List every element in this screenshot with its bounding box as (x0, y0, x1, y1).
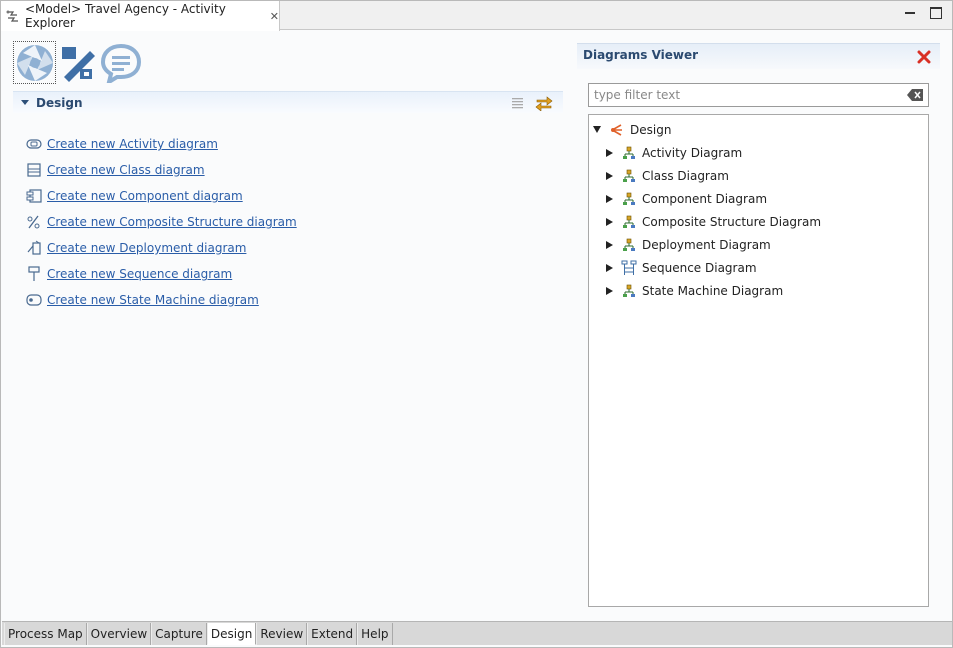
clear-filter-icon[interactable] (907, 89, 924, 101)
sync-arrows-icon[interactable] (535, 95, 553, 114)
sequence-diagram-icon (26, 266, 42, 282)
design-section-title: Design (36, 95, 83, 110)
diagram-tree-icon (621, 237, 637, 253)
design-root-icon (609, 122, 625, 138)
tab-process-map[interactable]: Process Map (4, 623, 87, 645)
expand-right-icon[interactable] (606, 286, 613, 295)
design-section-header[interactable]: Design (13, 91, 563, 113)
deployment-diagram-icon (26, 240, 42, 256)
diagram-tree-icon (621, 168, 637, 184)
activity-explorer-window: <Model> Travel Agency - Activity Explore… (0, 0, 953, 648)
link-row-component: Create new Component diagram (26, 183, 297, 209)
activity-diagram-icon (26, 136, 42, 152)
create-sequence-diagram-link[interactable]: Create new Sequence diagram (47, 267, 232, 281)
create-deployment-diagram-link[interactable]: Create new Deployment diagram (47, 241, 246, 255)
tab-extend[interactable]: Extend (307, 623, 358, 645)
tree-item-label: Deployment Diagram (642, 237, 771, 252)
tree-item-label: Sequence Diagram (642, 260, 757, 275)
tree-item-label: Class Diagram (642, 168, 729, 183)
editor-tab-strip: <Model> Travel Agency - Activity Explore… (1, 1, 952, 31)
sequence-tree-icon (621, 260, 637, 276)
create-class-diagram-link[interactable]: Create new Class diagram (47, 163, 205, 177)
explorer-toolbar (13, 41, 142, 84)
minimize-icon[interactable] (904, 7, 916, 19)
close-viewer-icon[interactable] (917, 50, 931, 64)
expand-right-icon[interactable] (606, 194, 613, 203)
create-component-diagram-link[interactable]: Create new Component diagram (47, 189, 243, 203)
expand-right-icon[interactable] (606, 263, 613, 272)
tree-item-state-machine[interactable]: State Machine Diagram (589, 279, 928, 302)
editor-tab[interactable]: <Model> Travel Agency - Activity Explore… (1, 1, 280, 31)
diagrams-viewer-title: Diagrams Viewer (583, 48, 699, 62)
expand-right-icon[interactable] (606, 148, 613, 157)
tab-help[interactable]: Help (357, 623, 393, 645)
tree-item-label: Activity Diagram (642, 145, 743, 160)
pencil-edit-icon[interactable] (56, 41, 99, 84)
activity-explorer-aperture-icon[interactable] (13, 41, 56, 84)
tree-item-deployment[interactable]: Deployment Diagram (589, 233, 928, 256)
tab-review[interactable]: Review (256, 623, 308, 645)
expand-right-icon[interactable] (606, 240, 613, 249)
tree-item-label: Component Diagram (642, 191, 768, 206)
link-row-composite: Create new Composite Structure diagram (26, 209, 297, 235)
bottom-tab-bar: Process Map Overview Capture Design Revi… (2, 621, 952, 645)
link-row-class: Create new Class diagram (26, 157, 297, 183)
diagram-tree-icon (621, 191, 637, 207)
speech-bubble-icon[interactable] (99, 41, 142, 84)
tree-item-label: Composite Structure Diagram (642, 214, 822, 229)
filter-input[interactable] (589, 84, 899, 106)
expand-right-icon[interactable] (606, 171, 613, 180)
expand-right-icon[interactable] (606, 217, 613, 226)
create-composite-structure-diagram-link[interactable]: Create new Composite Structure diagram (47, 215, 297, 229)
list-lines-icon[interactable] (511, 97, 525, 112)
tab-overview[interactable]: Overview (86, 623, 152, 645)
collapse-triangle-icon[interactable] (21, 100, 29, 105)
link-row-activity: Create new Activity diagram (26, 131, 297, 157)
tab-capture[interactable]: Capture (151, 623, 207, 645)
tree-item-composite[interactable]: Composite Structure Diagram (589, 210, 928, 233)
create-activity-diagram-link[interactable]: Create new Activity diagram (47, 137, 218, 151)
diagram-tree-icon (621, 283, 637, 299)
composite-structure-icon (26, 214, 42, 230)
close-x-icon[interactable]: ✕ (270, 10, 279, 23)
maximize-icon[interactable] (930, 7, 942, 19)
tab-design[interactable]: Design (206, 623, 257, 645)
component-diagram-icon (26, 188, 42, 204)
tree-root-design[interactable]: Design (589, 118, 928, 141)
editor-tab-title: <Model> Travel Agency - Activity Explore… (25, 2, 226, 30)
design-link-list: Create new Activity diagram Create new C… (26, 131, 297, 313)
state-machine-icon (26, 292, 42, 308)
tree-root-label: Design (630, 122, 672, 137)
link-row-state-machine: Create new State Machine diagram (26, 287, 297, 313)
activity-explorer-icon (5, 8, 21, 24)
expand-down-icon[interactable] (593, 126, 601, 133)
diagram-tree-icon (621, 214, 637, 230)
link-row-sequence: Create new Sequence diagram (26, 261, 297, 287)
diagram-tree-icon (621, 145, 637, 161)
tree-item-component[interactable]: Component Diagram (589, 187, 928, 210)
filter-field[interactable] (588, 83, 929, 107)
class-diagram-icon (26, 162, 42, 178)
tree-item-class[interactable]: Class Diagram (589, 164, 928, 187)
create-state-machine-diagram-link[interactable]: Create new State Machine diagram (47, 293, 259, 307)
diagrams-viewer-header: Diagrams Viewer (577, 43, 940, 69)
editor-content: Design Create new Activity diagram Creat… (2, 31, 952, 621)
tree-item-sequence[interactable]: Sequence Diagram (589, 256, 928, 279)
tree-item-activity[interactable]: Activity Diagram (589, 141, 928, 164)
diagrams-tree: Design Activity Diagram Class Diagram Co… (588, 114, 929, 607)
tree-item-label: State Machine Diagram (642, 283, 784, 298)
link-row-deployment: Create new Deployment diagram (26, 235, 297, 261)
